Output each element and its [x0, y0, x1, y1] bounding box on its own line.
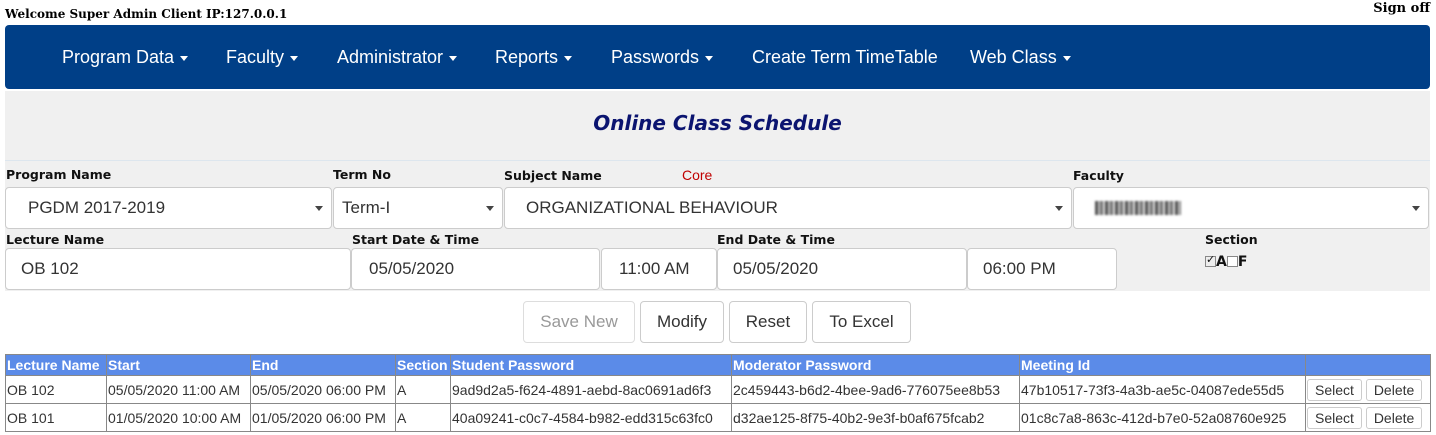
- column-header: Section: [395, 354, 451, 376]
- subject-name-select[interactable]: ORGANIZATIONAL BEHAVIOUR: [504, 187, 1072, 229]
- nav-passwords[interactable]: Passwords: [611, 25, 714, 89]
- section-options: AF: [1205, 253, 1247, 271]
- caret-down-icon: [564, 55, 573, 61]
- subject-name-label: Subject Name: [504, 168, 602, 183]
- nav-administrator[interactable]: Administrator: [337, 25, 458, 89]
- start-date-value: 05/05/2020: [369, 259, 455, 278]
- cell-student-password: 9ad9d2a5-f624-4891-aebd-8ac0691ad6f3: [450, 375, 732, 404]
- start-datetime-label: Start Date & Time: [352, 232, 480, 247]
- program-name-select[interactable]: PGDM 2017-2019: [5, 187, 332, 229]
- cell-section: A: [395, 403, 451, 432]
- start-time-value: 11:00 AM: [619, 259, 690, 278]
- term-no-value: Term-I: [342, 198, 391, 217]
- lecture-name-value: OB 102: [21, 259, 79, 278]
- table-row: OB 102 05/05/2020 11:00 AM 05/05/2020 06…: [5, 375, 1431, 404]
- cell-start: 01/05/2020 10:00 AM: [106, 403, 251, 432]
- column-header: End: [250, 354, 396, 376]
- end-date-input[interactable]: 05/05/2020: [717, 248, 967, 290]
- nav-label: Web Class: [970, 47, 1057, 67]
- modify-button[interactable]: Modify: [640, 301, 724, 343]
- subject-name-value: ORGANIZATIONAL BEHAVIOUR: [526, 198, 778, 217]
- caret-down-icon: [449, 55, 458, 61]
- select-button[interactable]: Select: [1307, 378, 1362, 401]
- save-new-button[interactable]: Save New: [523, 301, 635, 343]
- caret-down-icon: [180, 55, 189, 61]
- nav-program-data[interactable]: Program Data: [62, 25, 189, 89]
- cell-student-password: 40a09241-c0c7-4584-b982-edd315c63fc0: [450, 403, 732, 432]
- delete-button[interactable]: Delete: [1365, 378, 1423, 401]
- column-header: Start: [106, 354, 251, 376]
- top-bar: Welcome Super Admin Client IP:127.0.0.1 …: [0, 0, 1436, 24]
- caret-down-icon: [1062, 55, 1071, 61]
- section-f-label: F: [1237, 253, 1248, 270]
- nav-web-class[interactable]: Web Class: [970, 25, 1071, 89]
- term-no-label: Term No: [333, 167, 391, 182]
- section-label: Section: [1205, 232, 1258, 247]
- table-row: OB 101 01/05/2020 10:00 AM 01/05/2020 06…: [5, 403, 1431, 432]
- column-header: Moderator Password: [731, 354, 1020, 376]
- faculty-label: Faculty: [1073, 168, 1124, 183]
- main-navbar: Program Data Faculty Administrator Repor…: [5, 25, 1430, 89]
- column-header: Meeting Id: [1019, 354, 1306, 376]
- end-datetime-label: End Date & Time: [717, 232, 835, 247]
- to-excel-button[interactable]: To Excel: [812, 301, 911, 343]
- nav-label: Passwords: [611, 47, 700, 67]
- cell-section: A: [395, 375, 451, 404]
- section-a-checkbox[interactable]: [1205, 253, 1216, 268]
- start-time-input[interactable]: 11:00 AM: [601, 248, 717, 290]
- delete-button[interactable]: Delete: [1365, 406, 1423, 429]
- cell-moderator-password: 2c459443-b6d2-4bee-9ad6-776075ee8b53: [731, 375, 1020, 404]
- chevron-down-icon: [486, 206, 494, 211]
- nav-label: Create Term TimeTable: [752, 47, 938, 67]
- cell-meeting-id: 01c8c7a8-863c-412d-b7e0-52a08760e925: [1019, 403, 1306, 432]
- caret-down-icon: [705, 55, 714, 61]
- reset-button[interactable]: Reset: [729, 301, 807, 343]
- nav-create-term-timetable[interactable]: Create Term TimeTable: [752, 25, 938, 89]
- schedule-table: Lecture Name Start End Section Student P…: [5, 354, 1431, 432]
- chevron-down-icon: [1055, 206, 1063, 211]
- lecture-name-label: Lecture Name: [6, 232, 105, 247]
- start-date-input[interactable]: 05/05/2020: [351, 248, 600, 290]
- cell-lecture: OB 102: [5, 375, 107, 404]
- term-no-select[interactable]: Term-I: [333, 187, 503, 229]
- cell-actions: Select Delete: [1305, 403, 1431, 432]
- nav-label: Faculty: [226, 47, 285, 67]
- column-header-actions: [1305, 354, 1431, 376]
- column-header: Student Password: [450, 354, 732, 376]
- cell-end: 01/05/2020 06:00 PM: [250, 403, 396, 432]
- faculty-select[interactable]: [1073, 187, 1429, 229]
- end-date-value: 05/05/2020: [733, 259, 819, 278]
- column-header: Lecture Name: [5, 354, 107, 376]
- cell-meeting-id: 47b10517-73f3-4a3b-ae5c-04087ede55d5: [1019, 375, 1306, 404]
- cell-actions: Select Delete: [1305, 375, 1431, 404]
- title-band: Online Class Schedule: [5, 91, 1430, 161]
- lecture-name-input[interactable]: OB 102: [5, 248, 351, 290]
- nav-reports[interactable]: Reports: [495, 25, 573, 89]
- program-name-label: Program Name: [6, 167, 112, 182]
- faculty-value-redacted: [1095, 201, 1181, 215]
- cell-lecture: OB 101: [5, 403, 107, 432]
- cell-start: 05/05/2020 11:00 AM: [106, 375, 251, 404]
- nav-faculty[interactable]: Faculty: [226, 25, 299, 89]
- end-time-input[interactable]: 06:00 PM: [967, 248, 1117, 290]
- page-title: Online Class Schedule: [593, 111, 842, 135]
- caret-down-icon: [290, 55, 299, 61]
- sign-off-link[interactable]: Sign off: [1373, 1, 1430, 16]
- core-tag: Core: [682, 167, 713, 183]
- end-time-value: 06:00 PM: [983, 259, 1056, 278]
- nav-label: Program Data: [62, 47, 175, 67]
- section-a-label: A: [1216, 253, 1227, 270]
- chevron-down-icon: [315, 206, 323, 211]
- welcome-text: Welcome Super Admin Client IP:127.0.0.1: [5, 7, 288, 21]
- nav-label: Reports: [495, 47, 559, 67]
- select-button[interactable]: Select: [1307, 406, 1362, 429]
- program-name-value: PGDM 2017-2019: [28, 198, 166, 217]
- table-header-row: Lecture Name Start End Section Student P…: [5, 354, 1431, 376]
- chevron-down-icon: [1412, 206, 1420, 211]
- cell-moderator-password: d32ae125-8f75-40b2-9e3f-b0af675fcab2: [731, 403, 1020, 432]
- cell-end: 05/05/2020 06:00 PM: [250, 375, 396, 404]
- nav-label: Administrator: [337, 47, 444, 67]
- section-f-checkbox[interactable]: [1226, 256, 1238, 268]
